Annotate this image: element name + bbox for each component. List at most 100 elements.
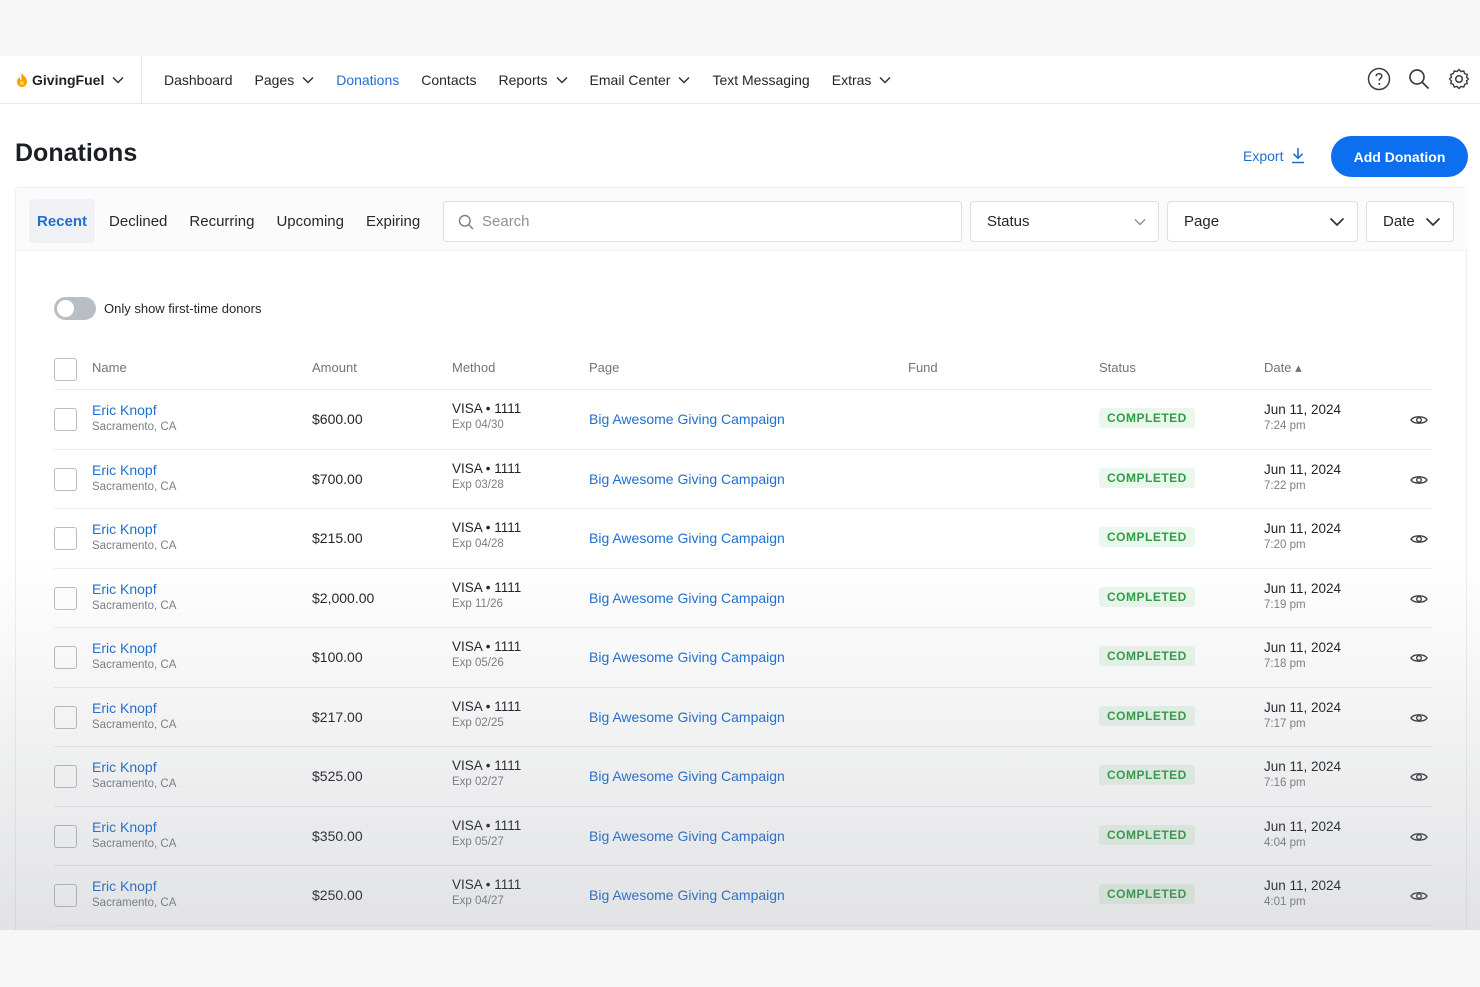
nav-link-email-center[interactable]: Email Center bbox=[590, 72, 691, 88]
column-date[interactable]: Date ▴ bbox=[1264, 360, 1302, 376]
campaign-page-link[interactable]: Big Awesome Giving Campaign bbox=[589, 590, 785, 606]
export-button[interactable]: Export bbox=[1243, 147, 1306, 164]
donor-cell: Eric Knopf Sacramento, CA bbox=[92, 700, 176, 731]
campaign-page-link[interactable]: Big Awesome Giving Campaign bbox=[589, 411, 785, 427]
view-eye-icon[interactable] bbox=[1410, 770, 1428, 788]
column-fund[interactable]: Fund bbox=[908, 360, 938, 375]
campaign-page-link[interactable]: Big Awesome Giving Campaign bbox=[589, 471, 785, 487]
nav-link-dashboard[interactable]: Dashboard bbox=[164, 72, 233, 88]
status-filter[interactable]: Status bbox=[970, 201, 1159, 242]
tab-expiring[interactable]: Expiring bbox=[358, 199, 428, 243]
row-checkbox[interactable] bbox=[54, 824, 77, 848]
donation-date: Jun 11, 2024 bbox=[1264, 699, 1342, 715]
column-method[interactable]: Method bbox=[452, 360, 495, 375]
donor-name-link[interactable]: Eric Knopf bbox=[92, 759, 176, 775]
row-checkbox[interactable] bbox=[54, 467, 77, 491]
brand-switcher[interactable]: GivingFuel bbox=[0, 56, 142, 104]
donor-name-link[interactable]: Eric Knopf bbox=[92, 640, 176, 656]
status-filter-label: Status bbox=[987, 213, 1030, 230]
campaign-page-link[interactable]: Big Awesome Giving Campaign bbox=[589, 649, 785, 665]
donation-time: 7:24 pm bbox=[1264, 420, 1306, 432]
row-checkbox[interactable] bbox=[54, 765, 77, 788]
row-checkbox[interactable] bbox=[54, 884, 77, 907]
donor-name-link[interactable]: Eric Knopf bbox=[92, 402, 176, 418]
nav-link-donations[interactable]: Donations bbox=[336, 72, 399, 88]
toggle-knob bbox=[57, 300, 74, 317]
view-eye-icon[interactable] bbox=[1410, 711, 1428, 729]
gear-icon[interactable] bbox=[1446, 66, 1472, 92]
donor-name-link[interactable]: Eric Knopf bbox=[92, 581, 176, 597]
nav-link-pages[interactable]: Pages bbox=[255, 72, 315, 88]
row-checkbox[interactable] bbox=[54, 705, 77, 729]
page-filter[interactable]: Page bbox=[1167, 201, 1358, 242]
campaign-page-link[interactable]: Big Awesome Giving Campaign bbox=[589, 530, 785, 546]
donation-amount: $100.00 bbox=[312, 649, 363, 665]
status-badge-wrap: COMPLETED bbox=[1099, 527, 1195, 547]
payment-method-cell: VISA • 1111 Exp 05/26 bbox=[452, 639, 521, 669]
view-eye-icon[interactable] bbox=[1410, 830, 1428, 848]
export-label: Export bbox=[1243, 147, 1284, 164]
donation-time: 7:17 pm bbox=[1264, 717, 1306, 730]
view-eye-icon[interactable] bbox=[1410, 532, 1428, 550]
nav-link-extras[interactable]: Extras bbox=[832, 72, 892, 88]
payment-method-cell: VISA • 1111 Exp 02/25 bbox=[452, 699, 521, 729]
campaign-page-link[interactable]: Big Awesome Giving Campaign bbox=[589, 828, 785, 844]
donation-date: Jun 11, 2024 bbox=[1264, 640, 1342, 655]
row-checkbox[interactable] bbox=[54, 408, 77, 431]
row-checkbox[interactable] bbox=[54, 646, 77, 669]
tab-upcoming[interactable]: Upcoming bbox=[268, 199, 352, 243]
card-expiry: Exp 11/26 bbox=[452, 597, 503, 610]
help-icon[interactable] bbox=[1366, 66, 1392, 92]
date-cell: Jun 11, 2024 7:16 pm bbox=[1264, 759, 1341, 789]
nav-link-label: Contacts bbox=[421, 71, 477, 88]
payment-method-cell: VISA • 1111 Exp 02/27 bbox=[452, 758, 521, 788]
column-amount[interactable]: Amount bbox=[312, 360, 357, 375]
tab-recent[interactable]: Recent bbox=[29, 199, 96, 243]
column-status[interactable]: Status bbox=[1099, 360, 1136, 375]
donation-time: 7:20 pm bbox=[1264, 539, 1306, 551]
status-badge-wrap: COMPLETED bbox=[1099, 408, 1195, 428]
row-checkbox[interactable] bbox=[54, 586, 77, 610]
view-eye-icon[interactable] bbox=[1410, 592, 1428, 610]
nav-link-reports[interactable]: Reports bbox=[499, 72, 568, 88]
donor-name-link[interactable]: Eric Knopf bbox=[92, 878, 176, 894]
search-icon[interactable] bbox=[1406, 66, 1432, 92]
column-page[interactable]: Page bbox=[589, 360, 619, 375]
add-donation-button[interactable]: Add Donation bbox=[1331, 136, 1468, 177]
view-eye-icon[interactable] bbox=[1410, 651, 1428, 669]
nav-link-label: Reports bbox=[498, 71, 548, 88]
nav-link-label: Donations bbox=[336, 71, 400, 88]
first-time-donors-toggle-row: Only show first-time donors bbox=[54, 297, 262, 320]
campaign-page-link[interactable]: Big Awesome Giving Campaign bbox=[589, 887, 785, 903]
first-time-donors-toggle[interactable] bbox=[54, 297, 96, 320]
view-eye-icon[interactable] bbox=[1410, 889, 1428, 907]
search-field[interactable] bbox=[443, 201, 962, 242]
status-badge-wrap: COMPLETED bbox=[1099, 884, 1195, 904]
table-row: Eric Knopf Sacramento, CA $525.00 VISA • 11… bbox=[54, 747, 1432, 807]
donation-date: Jun 11, 2024 bbox=[1264, 521, 1342, 536]
search-input[interactable] bbox=[482, 213, 942, 230]
donor-name-link[interactable]: Eric Knopf bbox=[92, 819, 176, 835]
campaign-page-link[interactable]: Big Awesome Giving Campaign bbox=[589, 768, 785, 784]
row-checkbox[interactable] bbox=[54, 527, 77, 550]
table-row: Eric Knopf Sacramento, CA $100.00 VISA • 11… bbox=[54, 628, 1432, 688]
campaign-page-link[interactable]: Big Awesome Giving Campaign bbox=[589, 709, 785, 725]
column-name[interactable]: Name bbox=[92, 360, 127, 375]
donor-location: Sacramento, CA bbox=[92, 421, 177, 433]
donor-name-link[interactable]: Eric Knopf bbox=[92, 521, 176, 537]
donor-location: Sacramento, CA bbox=[92, 718, 177, 731]
donor-name-link[interactable]: Eric Knopf bbox=[92, 462, 176, 478]
status-badge-wrap: COMPLETED bbox=[1099, 467, 1195, 488]
nav-link-text-messaging[interactable]: Text Messaging bbox=[712, 72, 809, 88]
tab-recurring[interactable]: Recurring bbox=[181, 199, 262, 243]
view-eye-icon[interactable] bbox=[1410, 473, 1428, 491]
table-row: Eric Knopf Sacramento, CA $2,000.00 VISA • … bbox=[54, 569, 1432, 628]
nav-link-contacts[interactable]: Contacts bbox=[421, 72, 476, 88]
select-all-checkbox[interactable] bbox=[54, 358, 77, 381]
view-eye-icon[interactable] bbox=[1410, 413, 1428, 431]
date-filter[interactable]: Date bbox=[1366, 201, 1454, 242]
tab-declined[interactable]: Declined bbox=[101, 199, 175, 243]
status-badge-wrap: COMPLETED bbox=[1099, 765, 1195, 785]
donor-name-link[interactable]: Eric Knopf bbox=[92, 700, 176, 716]
date-cell: Jun 11, 2024 7:22 pm bbox=[1264, 462, 1341, 492]
